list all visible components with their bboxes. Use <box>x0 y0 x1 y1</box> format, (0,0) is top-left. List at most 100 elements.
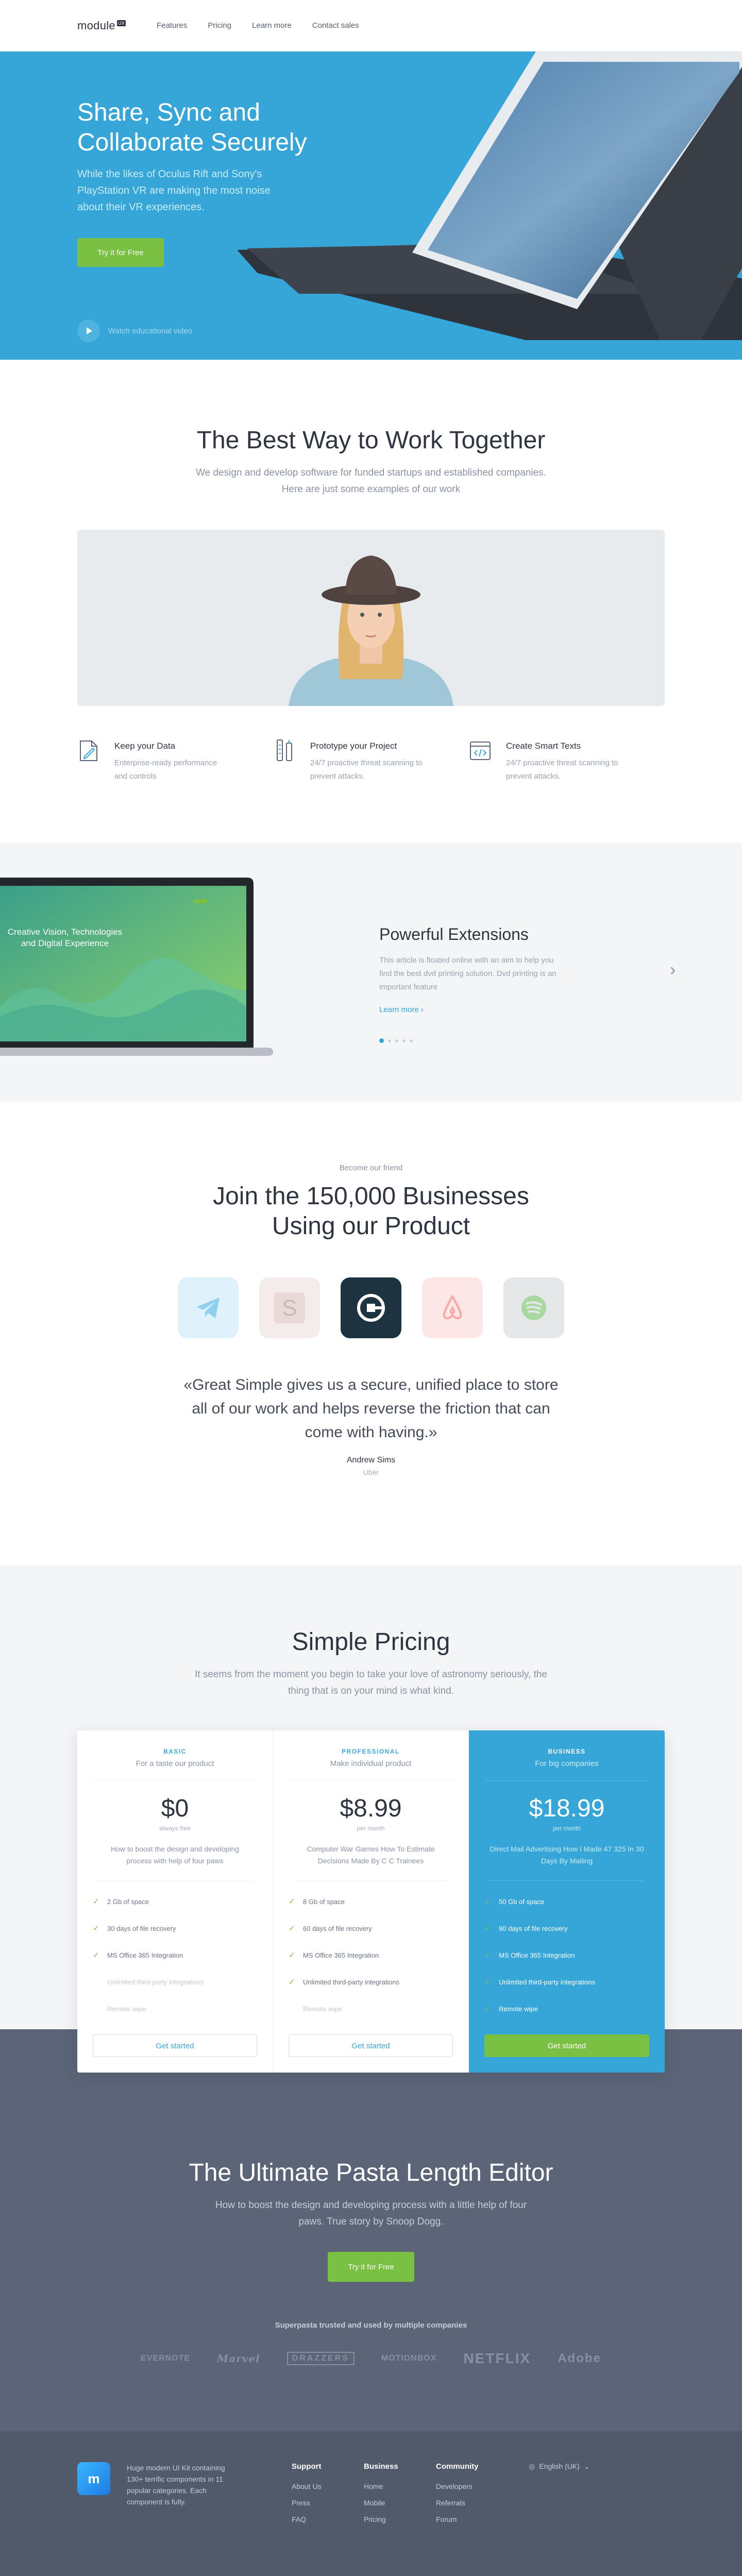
laptop-screen-title-line1: Creative Vision, Technologies <box>8 927 122 937</box>
slide-title: Powerful Extensions <box>379 925 529 944</box>
plan-description: Direct Mail Advertising How I Made 47 32… <box>490 1843 644 1881</box>
hero-section: Share, Sync and Collaborate Securely Whi… <box>0 52 742 360</box>
check-icon: ✓ <box>484 1978 491 1986</box>
language-label: English (UK) <box>539 2462 580 2470</box>
netflix-logo: NETFLIX <box>463 2350 531 2366</box>
footer-link[interactable]: Pricing <box>364 2511 436 2528</box>
section-title: The Ultimate Pasta Length Editor <box>189 2159 553 2186</box>
plan-feature: ✓Remote wipe <box>484 2005 538 2013</box>
footer-link[interactable]: Press <box>292 2495 364 2511</box>
plan-tagline: For a taste our product <box>93 1759 257 1781</box>
feature-title: Create Smart Texts <box>506 741 581 751</box>
hero-subtitle: While the likes of Oculus Rift and Sony'… <box>77 169 271 213</box>
hero-photo <box>77 530 665 706</box>
testimonial-author: Andrew Sims <box>346 1456 396 1464</box>
plan-feature: ✓ 90 days of file recovery <box>484 1924 568 1933</box>
section-title: Simple Pricing <box>292 1628 450 1656</box>
check-icon: ✓ <box>289 1924 295 1933</box>
evernote-logo: EVERNOTE <box>141 2354 191 2363</box>
slider-dot[interactable] <box>379 1038 384 1043</box>
pricing-card-professional: PROFESSIONAL Make individual product $8.… <box>273 1730 469 2073</box>
footer-link[interactable]: FAQ <box>292 2511 364 2528</box>
get-started-button[interactable]: Get started <box>484 2034 649 2057</box>
plan-feature: ✓Unlimited third-party integrations <box>289 1978 400 1986</box>
nav-link-learn-more[interactable]: Learn more <box>252 21 292 30</box>
try-free-button[interactable]: Try it for Free <box>328 2252 414 2282</box>
check-icon: ✓ <box>484 2005 491 2013</box>
logo[interactable]: module UX <box>77 19 126 32</box>
svg-text:S: S <box>282 1295 297 1321</box>
check-icon: ✓ <box>484 1924 491 1933</box>
logo-text: module <box>77 19 115 32</box>
footer-link[interactable]: Referrals <box>436 2495 508 2511</box>
nav-link-contact-sales[interactable]: Contact sales <box>312 21 359 30</box>
plan-price-note: per month <box>357 1825 385 1832</box>
uber-icon <box>341 1277 401 1338</box>
hero-title: Share, Sync and Collaborate Securely <box>77 99 307 156</box>
footer-column-business: Business Home Mobile Pricing <box>364 2462 436 2528</box>
footer-link[interactable]: About Us <box>292 2478 364 2495</box>
plan-name: BASIC <box>163 1748 187 1755</box>
plan-feature: ✓ MS Office 365 Integration <box>93 1951 183 1960</box>
globe-icon: ◎ <box>529 2462 535 2470</box>
plan-features: ✓ 8 Gb of space ✓ 60 days of file recovery… <box>289 1888 453 2022</box>
plan-feature: ✓Unlimited third-party integrations <box>484 1978 596 1986</box>
plan-name: BUSINESS <box>548 1748 586 1755</box>
testimonial-company: Uber <box>363 1468 379 1476</box>
work-together-section: The Best Way to Work Together We design … <box>0 360 742 843</box>
logo-badge: UX <box>116 20 126 26</box>
slider-dot[interactable] <box>388 1039 391 1042</box>
plan-features: ✓ 50 Gb of space ✓ 90 days of file recover… <box>484 1888 649 2022</box>
footer-link[interactable]: Home <box>364 2478 436 2495</box>
plan-feature: ✓Unlimited third-party integrations <box>107 1978 204 1986</box>
plan-feature: ✓ 30 days of file recovery <box>93 1924 176 1933</box>
get-started-button[interactable]: Get started <box>93 2034 257 2057</box>
footer-link[interactable]: Mobile <box>364 2495 436 2511</box>
slider-dot[interactable] <box>395 1039 398 1042</box>
footer-column-title: Business <box>364 2462 398 2471</box>
feature-item: Keep your Data Enterprise-ready performa… <box>77 738 273 783</box>
footer-column-community: Community Developers Referrals Forum <box>436 2462 508 2528</box>
feature-list: Keep your Data Enterprise-ready performa… <box>77 738 665 783</box>
feature-text: 24/7 proactive threat scanning to preven… <box>506 759 618 781</box>
feature-item: Prototype your Project 24/7 proactive th… <box>273 738 469 783</box>
telegram-icon <box>178 1277 239 1338</box>
plan-feature: ✓ MS Office 365 Integration <box>289 1951 379 1960</box>
brand-logos: EVERNOTE Marvel DRAZZERS MOTIONBOX NETFL… <box>0 2350 742 2367</box>
feature-text: 24/7 proactive threat scanning to preven… <box>310 759 423 781</box>
airbnb-icon <box>422 1277 483 1338</box>
adobe-logo: Adobe <box>558 2351 601 2365</box>
plan-price: $18.99 <box>529 1795 605 1822</box>
slider-dot[interactable] <box>402 1039 406 1042</box>
check-icon: ✓ <box>289 1897 295 1906</box>
plan-feature: ✓ 60 days of file recovery <box>289 1924 372 1933</box>
plan-name: PROFESSIONAL <box>342 1748 400 1755</box>
check-icon: ✓ <box>289 1978 295 1986</box>
plan-feature: ✓Remote wipe <box>303 2005 342 2013</box>
section-title: The Best Way to Work Together <box>196 427 546 454</box>
plan-feature: ✓ 2 Gb of space <box>93 1897 149 1906</box>
nav-link-pricing[interactable]: Pricing <box>208 21 231 30</box>
section-subtitle: It seems from the moment you begin to ta… <box>195 1669 547 1696</box>
watch-video-label: Watch educational video <box>108 326 192 335</box>
laptop-illustration: Creative Vision, Technologies and Digita… <box>0 878 273 1056</box>
testimonial-quote: «Great Simple gives us a secure, unified… <box>183 1376 559 1441</box>
footer-link[interactable]: Forum <box>436 2511 508 2528</box>
footer-link[interactable]: Developers <box>436 2478 508 2495</box>
drazzers-logo: DRAZZERS <box>286 2352 355 2365</box>
footer-logo[interactable]: m <box>77 2462 110 2495</box>
try-free-button[interactable]: Try it for Free <box>77 238 164 267</box>
watch-video-link[interactable]: Watch educational video <box>77 319 192 342</box>
next-slide-arrow-icon[interactable]: › <box>670 961 676 979</box>
nav-link-features[interactable]: Features <box>157 21 187 30</box>
plan-price-note: per month <box>552 1825 581 1832</box>
learn-more-link[interactable]: Learn more › <box>379 1005 424 1014</box>
slider-dot[interactable] <box>410 1039 413 1042</box>
customers-section: Become our friend Join the 150,000 Busin… <box>0 1102 742 1565</box>
spotify-icon <box>503 1277 564 1338</box>
plan-features: ✓ 2 Gb of space ✓ 30 days of file recovery… <box>93 1888 257 2022</box>
language-selector[interactable]: ◎ English (UK) ⌄ <box>529 2462 590 2528</box>
get-started-button[interactable]: Get started <box>289 2034 453 2057</box>
section-subtitle: We design and develop software for funde… <box>196 467 546 495</box>
check-icon: ✓ <box>484 1897 491 1906</box>
